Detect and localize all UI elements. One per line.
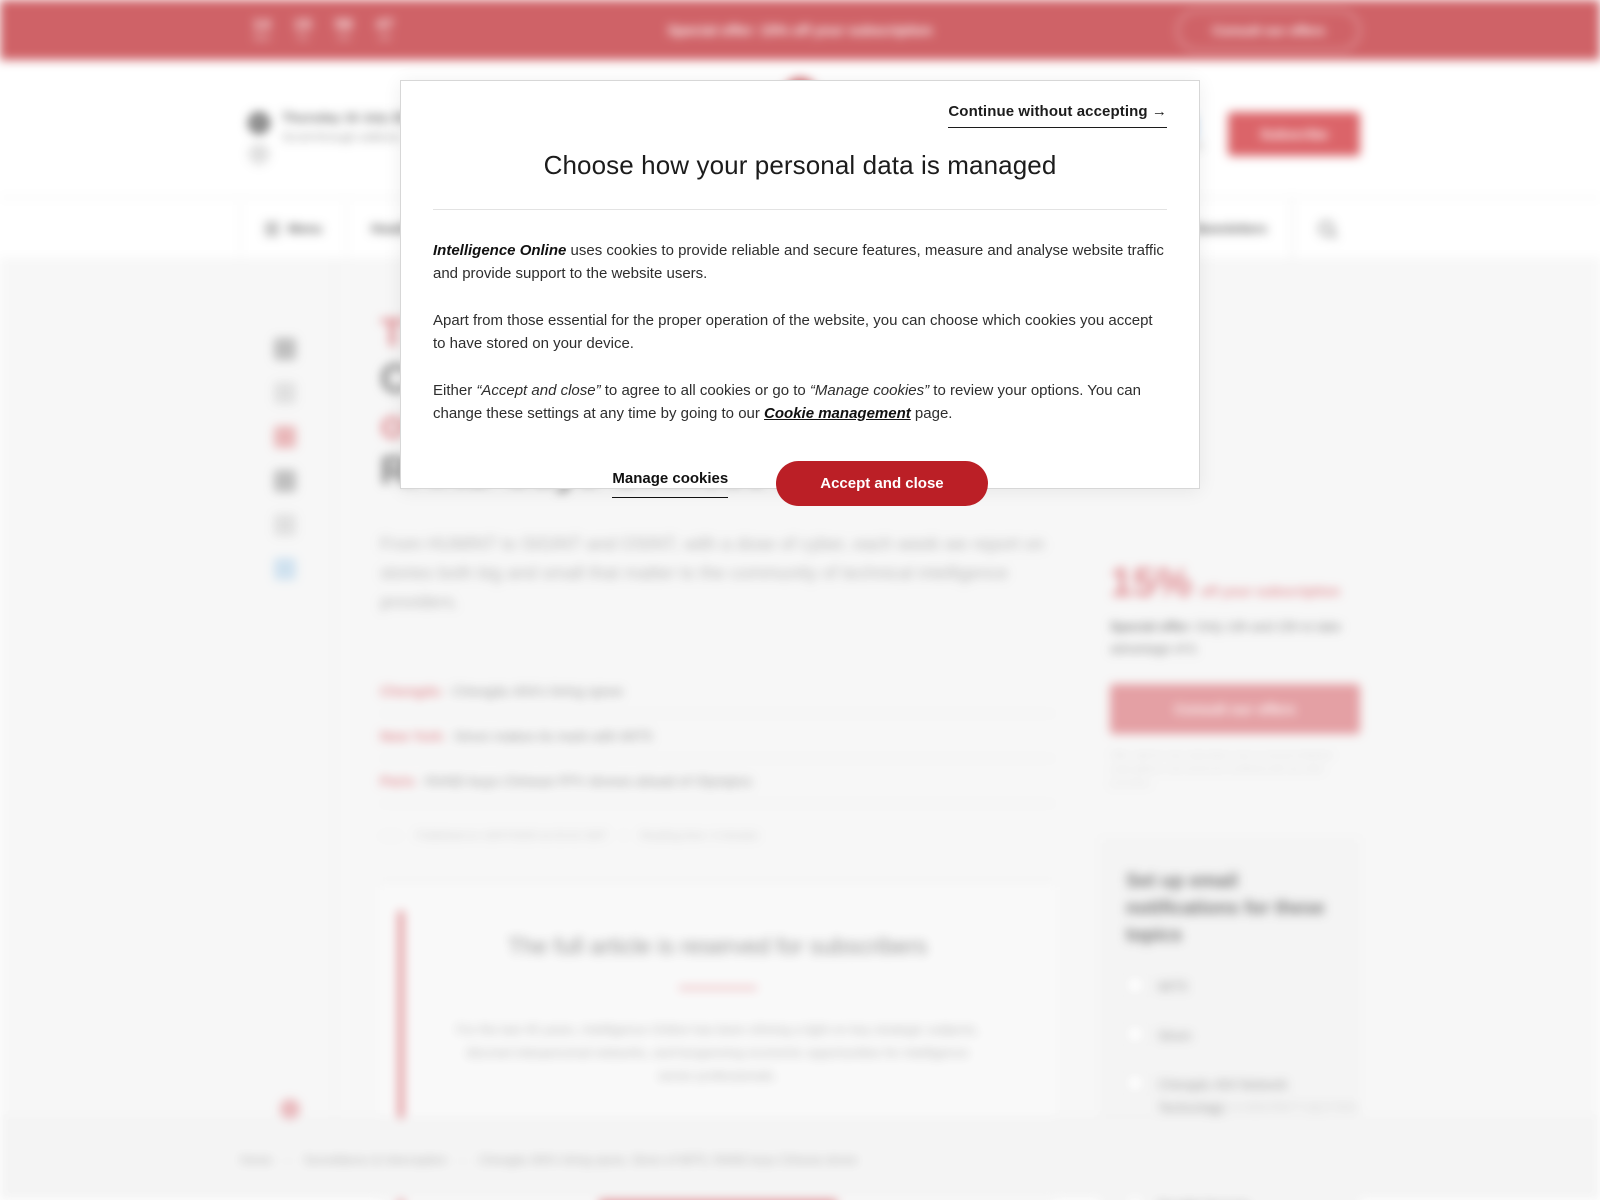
manage-cookies-button[interactable]: Manage cookies <box>612 470 729 498</box>
para3-quote-manage: “Manage cookies” <box>809 382 930 399</box>
modal-title: Choose how your personal data is managed <box>543 150 1057 180</box>
modal-paragraph-2: Apart from those essential for the prope… <box>433 312 1153 352</box>
cookie-management-link[interactable]: Cookie management <box>764 405 911 422</box>
brand-name: Intelligence Online <box>433 242 567 259</box>
para3-b: to agree to all cookies or go to <box>600 382 810 399</box>
modal-paragraph-3: Either “Accept and close” to agree to al… <box>433 379 1167 425</box>
modal-actions: Manage cookies Accept and close <box>433 461 1167 506</box>
para3-d: page. <box>910 405 953 422</box>
accept-and-close-button[interactable]: Accept and close <box>776 461 988 506</box>
continue-without-accepting-link[interactable]: Continue without accepting → <box>948 103 1167 128</box>
cookie-consent-modal: Continue without accepting → Choose how … <box>400 80 1200 506</box>
modal-paragraph-1: Intelligence Online uses cookies to prov… <box>433 239 1167 285</box>
modal-top-row: Continue without accepting → <box>433 81 1167 128</box>
page-root: 14 days 15 hrs 58 min 47 sec Special off… <box>0 0 1600 1200</box>
para3-quote-accept: “Accept and close” <box>476 382 601 399</box>
para3-a: Either <box>433 382 477 399</box>
modal-divider <box>433 209 1167 210</box>
